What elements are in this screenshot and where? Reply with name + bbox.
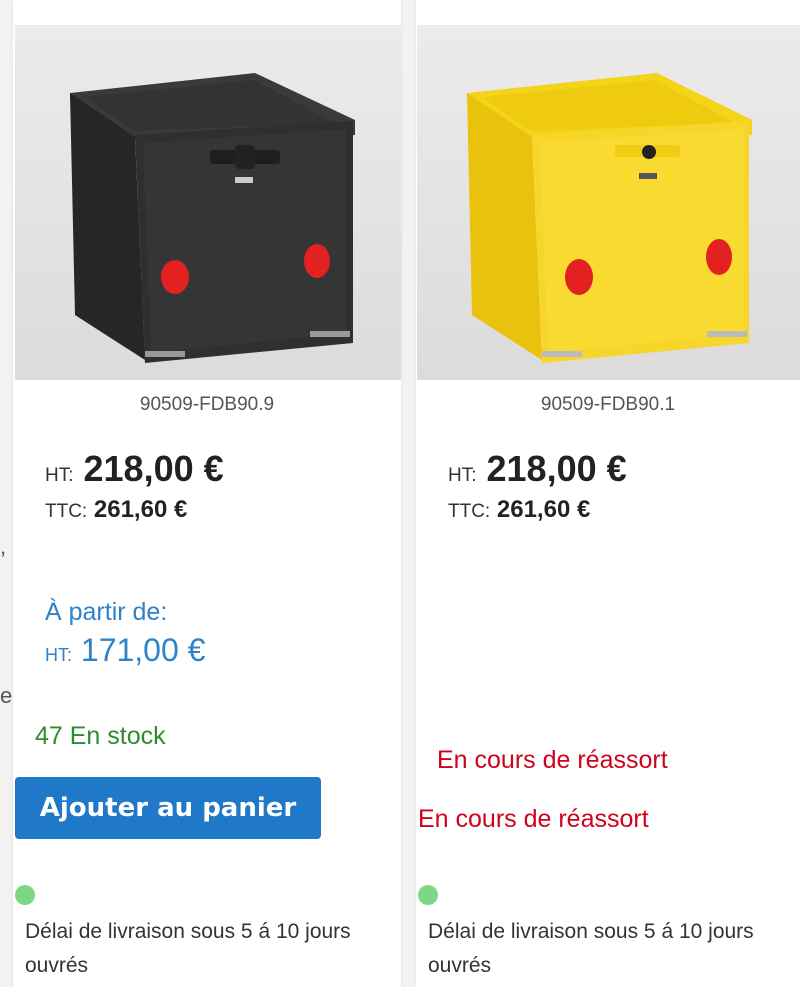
product-image[interactable] — [417, 25, 800, 380]
from-price-ht-label: HT: — [45, 645, 72, 665]
from-price: HT: 171,00 € — [45, 632, 205, 669]
edge-clipped-text: e — [0, 683, 13, 708]
price-ttc: TTC: 261,60 € — [45, 496, 187, 524]
stock-status: 47 En stock — [35, 722, 166, 750]
price-ht: HT: 218,00 € — [448, 448, 627, 490]
edge-clipped-text: , — [0, 534, 7, 559]
product-card: 90509-FDB90.1 HT: 218,00 € TTC: 261,60 €… — [416, 0, 800, 987]
product-card: 90509-FDB90.9 HT: 218,00 € TTC: 261,60 €… — [13, 0, 401, 987]
availability-dot-icon — [418, 885, 438, 905]
price-ttc-value: 261,60 € — [93, 496, 188, 523]
price-ttc-value: 261,60 € — [496, 496, 591, 523]
add-to-cart-button[interactable]: Ajouter au panier — [15, 777, 321, 839]
product-image[interactable] — [15, 25, 401, 380]
price-ttc: TTC: 261,60 € — [448, 496, 590, 524]
delivery-info: Délai de livraison sous 5 á 10 jours ouv… — [25, 920, 351, 977]
product-sku[interactable]: 90509-FDB90.1 — [416, 394, 800, 416]
delivery-info: Délai de livraison sous 5 á 10 jours ouv… — [428, 920, 754, 977]
restock-status: En cours de réassort — [437, 746, 668, 774]
price-ht-value: 218,00 € — [486, 448, 627, 489]
price-ht: HT: 218,00 € — [45, 448, 224, 490]
price-ht-value: 218,00 € — [83, 448, 224, 489]
from-price-value: 171,00 € — [80, 632, 206, 668]
availability-dot-icon — [15, 885, 35, 905]
restock-status: En cours de réassort — [418, 805, 649, 833]
product-sku[interactable]: 90509-FDB90.9 — [13, 394, 401, 416]
price-ttc-label: TTC: — [45, 501, 88, 522]
price-ttc-label: TTC: — [448, 501, 491, 522]
price-ht-label: HT: — [448, 465, 477, 486]
from-price-label: À partir de: — [45, 598, 168, 626]
price-ht-label: HT: — [45, 465, 74, 486]
